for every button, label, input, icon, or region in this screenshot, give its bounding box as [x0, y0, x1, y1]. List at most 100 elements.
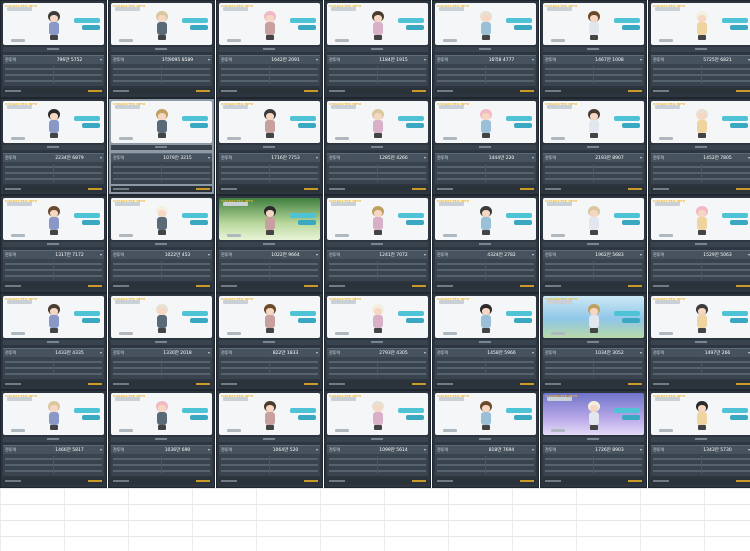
detail-button[interactable]	[614, 408, 640, 413]
chevron-right-icon[interactable]: ▾	[424, 57, 426, 62]
tab-strip[interactable]	[219, 144, 320, 150]
detail-button[interactable]	[506, 115, 532, 121]
chevron-right-icon[interactable]: ▾	[316, 350, 318, 355]
detail-button[interactable]	[182, 310, 208, 316]
combat-power-bar[interactable]: 전투력 2793만 4305 ▾	[327, 347, 428, 357]
character-card[interactable]: CHARACTER INFO 전투력 818만 7694 ▾	[432, 390, 539, 488]
detail-button[interactable]	[614, 18, 640, 23]
character-panel[interactable]: CHARACTER INFO	[327, 295, 428, 338]
share-button[interactable]	[730, 122, 748, 128]
detail-button[interactable]	[74, 115, 100, 121]
combat-power-bar[interactable]: 전투력 1452만 7805 ▾	[651, 152, 750, 162]
share-button[interactable]	[406, 220, 424, 225]
chevron-right-icon[interactable]: ▾	[208, 155, 210, 160]
tab-strip[interactable]	[651, 242, 750, 247]
combat-power-bar[interactable]: 전투력 1330만 2018 ▾	[111, 347, 212, 357]
detail-button[interactable]	[614, 213, 640, 218]
chevron-right-icon[interactable]: ▾	[640, 252, 642, 257]
share-button[interactable]	[730, 317, 748, 323]
character-card[interactable]: CHARACTER INFO 전투력 4324만 2782 ▾	[432, 195, 539, 293]
character-panel[interactable]: CHARACTER INFO	[543, 100, 644, 143]
tab-strip[interactable]	[327, 437, 428, 442]
character-card[interactable]: CHARACTER INFO 전투력 1642만 2091 ▾	[216, 0, 323, 98]
character-card[interactable]: CHARACTER INFO 전투력 16억8 4777 ▾	[432, 0, 539, 98]
chevron-right-icon[interactable]: ▾	[208, 252, 210, 257]
share-button[interactable]	[730, 220, 748, 225]
character-card[interactable]: CHARACTER INFO 전투력 1444만 220 ▾	[432, 97, 539, 195]
share-button[interactable]	[406, 415, 424, 420]
character-panel[interactable]: CHARACTER INFO	[651, 295, 750, 338]
character-panel[interactable]: CHARACTER INFO	[111, 295, 212, 338]
tab-strip[interactable]	[219, 339, 320, 345]
character-panel[interactable]: CHARACTER INFO	[327, 100, 428, 143]
character-card[interactable]: CHARACTER INFO 전투력 1458만 5966 ▾	[432, 292, 539, 390]
combat-power-bar[interactable]: 전투력 796만 5752 ▾	[3, 55, 104, 64]
character-card[interactable]: CHARACTER INFO 전투력 1962만 5683 ▾	[540, 195, 647, 293]
chevron-right-icon[interactable]: ▾	[424, 155, 426, 160]
character-panel[interactable]: CHARACTER INFO	[3, 393, 104, 435]
detail-button[interactable]	[74, 18, 100, 23]
combat-power-bar[interactable]: 전투력 1317만 7172 ▾	[3, 250, 104, 259]
tab-strip[interactable]	[111, 437, 212, 442]
detail-button[interactable]	[614, 310, 640, 316]
tab-strip[interactable]	[543, 339, 644, 345]
character-card[interactable]: CHARACTER INFO 전투력 1285만 4266 ▾	[324, 97, 431, 195]
detail-button[interactable]	[182, 408, 208, 413]
chevron-right-icon[interactable]: ▾	[640, 350, 642, 355]
character-card[interactable]: CHARACTER INFO 전투력 796만 5752 ▾	[0, 0, 107, 98]
combat-power-bar[interactable]: 전투력 1433만 4335 ▾	[3, 347, 104, 357]
character-card[interactable]: CHARACTER INFO 전투력 1529만 5063 ▾	[648, 195, 750, 293]
share-button[interactable]	[622, 220, 640, 225]
share-button[interactable]	[298, 25, 316, 30]
combat-power-bar[interactable]: 전투력 1726만 8903 ▾	[543, 445, 644, 454]
combat-power-bar[interactable]: 전투력 1036만 690 ▾	[111, 445, 212, 454]
detail-button[interactable]	[398, 213, 424, 218]
share-button[interactable]	[514, 220, 532, 225]
character-card[interactable]: CHARACTER INFO 전투력 2793만 4305 ▾	[324, 292, 431, 390]
detail-button[interactable]	[506, 408, 532, 413]
chevron-right-icon[interactable]: ▾	[532, 252, 534, 257]
character-panel[interactable]: CHARACTER INFO	[327, 198, 428, 240]
character-card[interactable]: CHARACTER INFO 전투력 1467만 1008 ▾	[540, 0, 647, 98]
share-button[interactable]	[514, 122, 532, 128]
character-panel[interactable]: CHARACTER INFO	[543, 295, 644, 338]
character-panel[interactable]: CHARACTER INFO	[219, 3, 320, 45]
character-card[interactable]: CHARACTER INFO 전투력 1330만 2018 ▾	[108, 292, 215, 390]
share-button[interactable]	[514, 25, 532, 30]
character-card[interactable]: CHARACTER INFO 전투력 1022만 453 ▾	[108, 195, 215, 293]
character-panel[interactable]: CHARACTER INFO	[111, 198, 212, 240]
chevron-right-icon[interactable]: ▾	[640, 447, 642, 452]
chevron-right-icon[interactable]: ▾	[100, 57, 102, 62]
tab-strip[interactable]	[327, 242, 428, 247]
detail-button[interactable]	[722, 310, 748, 316]
character-card[interactable]: CHARACTER INFO 전투력 1241만 7072 ▾	[324, 195, 431, 293]
share-button[interactable]	[730, 415, 748, 420]
character-card[interactable]: CHARACTER INFO 전투력 2234만 6879 ▾	[0, 97, 107, 195]
combat-power-bar[interactable]: 전투력 1184만 1915 ▾	[327, 55, 428, 64]
combat-power-bar[interactable]: 전투력 1099만 5614 ▾	[327, 445, 428, 454]
character-panel[interactable]: CHARACTER INFO	[435, 3, 536, 45]
detail-button[interactable]	[182, 213, 208, 218]
character-card[interactable]: CHARACTER INFO 전투력 1466만 5817 ▾	[0, 390, 107, 488]
share-button[interactable]	[82, 317, 100, 323]
combat-power-bar[interactable]: 전투력 1079만 3215 ▾	[111, 152, 212, 162]
share-button[interactable]	[298, 220, 316, 225]
combat-power-bar[interactable]: 전투력 1343만 5730 ▾	[651, 445, 750, 454]
share-button[interactable]	[190, 220, 208, 225]
share-button[interactable]	[82, 25, 100, 30]
tab-strip[interactable]	[543, 242, 644, 247]
combat-power-bar[interactable]: 전투력 2234만 6879 ▾	[3, 152, 104, 162]
tab-strip[interactable]	[3, 339, 104, 345]
chevron-right-icon[interactable]: ▾	[640, 57, 642, 62]
share-button[interactable]	[190, 415, 208, 420]
tab-strip[interactable]	[3, 47, 104, 52]
combat-power-bar[interactable]: 전투력 1034만 3052 ▾	[543, 347, 644, 357]
tab-strip[interactable]	[651, 339, 750, 345]
tab-strip[interactable]	[435, 437, 536, 442]
character-panel[interactable]: CHARACTER INFO	[327, 393, 428, 435]
share-button[interactable]	[622, 122, 640, 128]
detail-button[interactable]	[182, 18, 208, 23]
chevron-right-icon[interactable]: ▾	[532, 447, 534, 452]
chevron-right-icon[interactable]: ▾	[532, 350, 534, 355]
character-card[interactable]: CHARACTER INFO 전투력 1433만 4335 ▾	[0, 292, 107, 390]
